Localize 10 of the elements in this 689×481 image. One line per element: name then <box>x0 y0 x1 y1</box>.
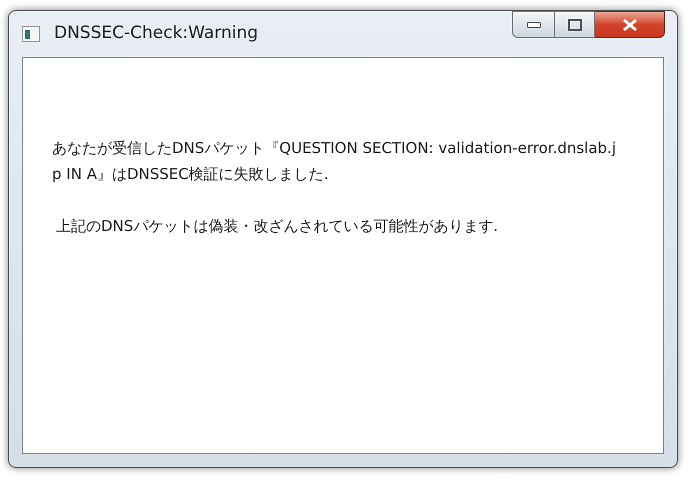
minimize-button[interactable] <box>512 11 555 38</box>
window-title: DNSSEC-Check:Warning <box>54 22 258 46</box>
maximize-icon <box>568 18 582 30</box>
message-text: 上記のDNSパケットは偽装・改ざんされている可能性があります. <box>55 216 500 237</box>
app-icon <box>22 26 40 42</box>
maximize-button[interactable] <box>555 11 595 38</box>
close-icon <box>622 18 638 30</box>
message-text: あなたが受信したDNSパケット『QUESTION SECTION: validation-error.dnslab.jp IN A』はDNSSEC検証に失敗しました. <box>52 138 617 185</box>
close-button[interactable] <box>595 11 665 38</box>
minimize-icon <box>526 22 540 28</box>
